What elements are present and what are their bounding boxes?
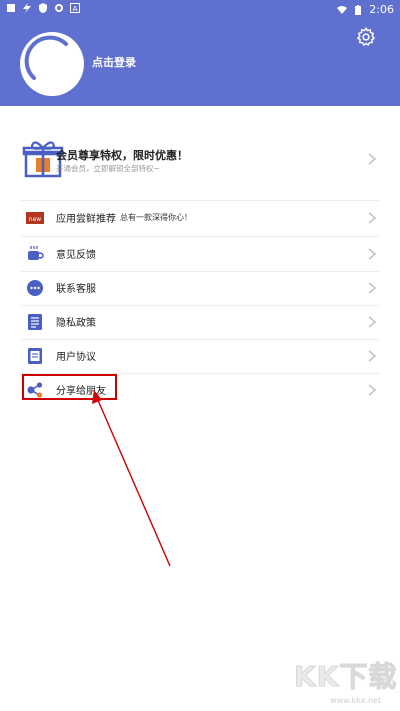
svg-text:new: new — [29, 216, 41, 223]
status-icons-right: 2:06 — [337, 3, 394, 16]
menu-item-privacy-policy[interactable]: 隐私政策 — [20, 305, 380, 339]
menu-item-label: 用户协议 — [56, 352, 96, 363]
menu-item-label: 意见反馈 — [56, 250, 96, 261]
annotation-highlight-box — [22, 374, 117, 400]
chevron-right-icon — [368, 350, 376, 362]
menu-item-feedback[interactable]: 意见反馈 — [20, 237, 380, 271]
chevron-right-icon — [368, 282, 376, 294]
menu-item-label: 应用尝鲜推荐 — [56, 214, 116, 225]
status-icons-left: A — [6, 3, 80, 13]
watermark-logo: KK下载 — [293, 660, 398, 694]
promo-title: 会员尊享特权，限时优惠！ — [56, 149, 188, 162]
chevron-right-icon — [368, 153, 376, 165]
bolt-icon — [23, 3, 31, 13]
chevron-right-icon — [368, 248, 376, 260]
watermark-url: www.kkx.net — [330, 696, 382, 705]
chevron-right-icon — [368, 316, 376, 328]
battery-icon — [355, 4, 362, 15]
promo-subtitle: 开通会员，立即解锁全部特权~ — [56, 164, 160, 173]
coffee-cup-icon — [28, 246, 44, 260]
status-time: 2:06 — [369, 3, 394, 16]
avatar-placeholder-icon — [24, 35, 68, 80]
menu-item-app-recommend[interactable]: new 应用尝鲜推荐 总有一款深得你心！ — [20, 201, 380, 235]
chat-bubble-icon — [27, 280, 43, 296]
menu-item-subtitle: 总有一款深得你心！ — [120, 213, 192, 222]
menu-item-label: 隐私政策 — [56, 318, 96, 329]
menu-item-user-agreement[interactable]: 用户协议 — [20, 339, 380, 373]
wifi-icon — [337, 5, 348, 14]
shield-icon — [39, 3, 47, 13]
gear-icon[interactable] — [355, 26, 377, 48]
menu-item-contact-support[interactable]: 联系客服 — [20, 271, 380, 305]
app-a-icon: A — [70, 3, 80, 13]
chevron-right-icon — [368, 212, 376, 224]
menu-item-label: 联系客服 — [56, 284, 96, 295]
profile-header: A 2:06 点击登录 — [0, 0, 400, 106]
status-bar: A 2:06 — [0, 0, 400, 18]
login-link[interactable]: 点击登录 — [92, 54, 136, 70]
notification-icon — [7, 4, 15, 12]
document-list-icon — [28, 348, 42, 364]
settings-gear-icon — [55, 4, 63, 12]
chevron-right-icon — [368, 384, 376, 396]
avatar[interactable] — [20, 32, 84, 96]
document-icon — [28, 314, 42, 330]
new-badge-icon: new — [26, 212, 44, 224]
svg-text:A: A — [73, 5, 78, 13]
